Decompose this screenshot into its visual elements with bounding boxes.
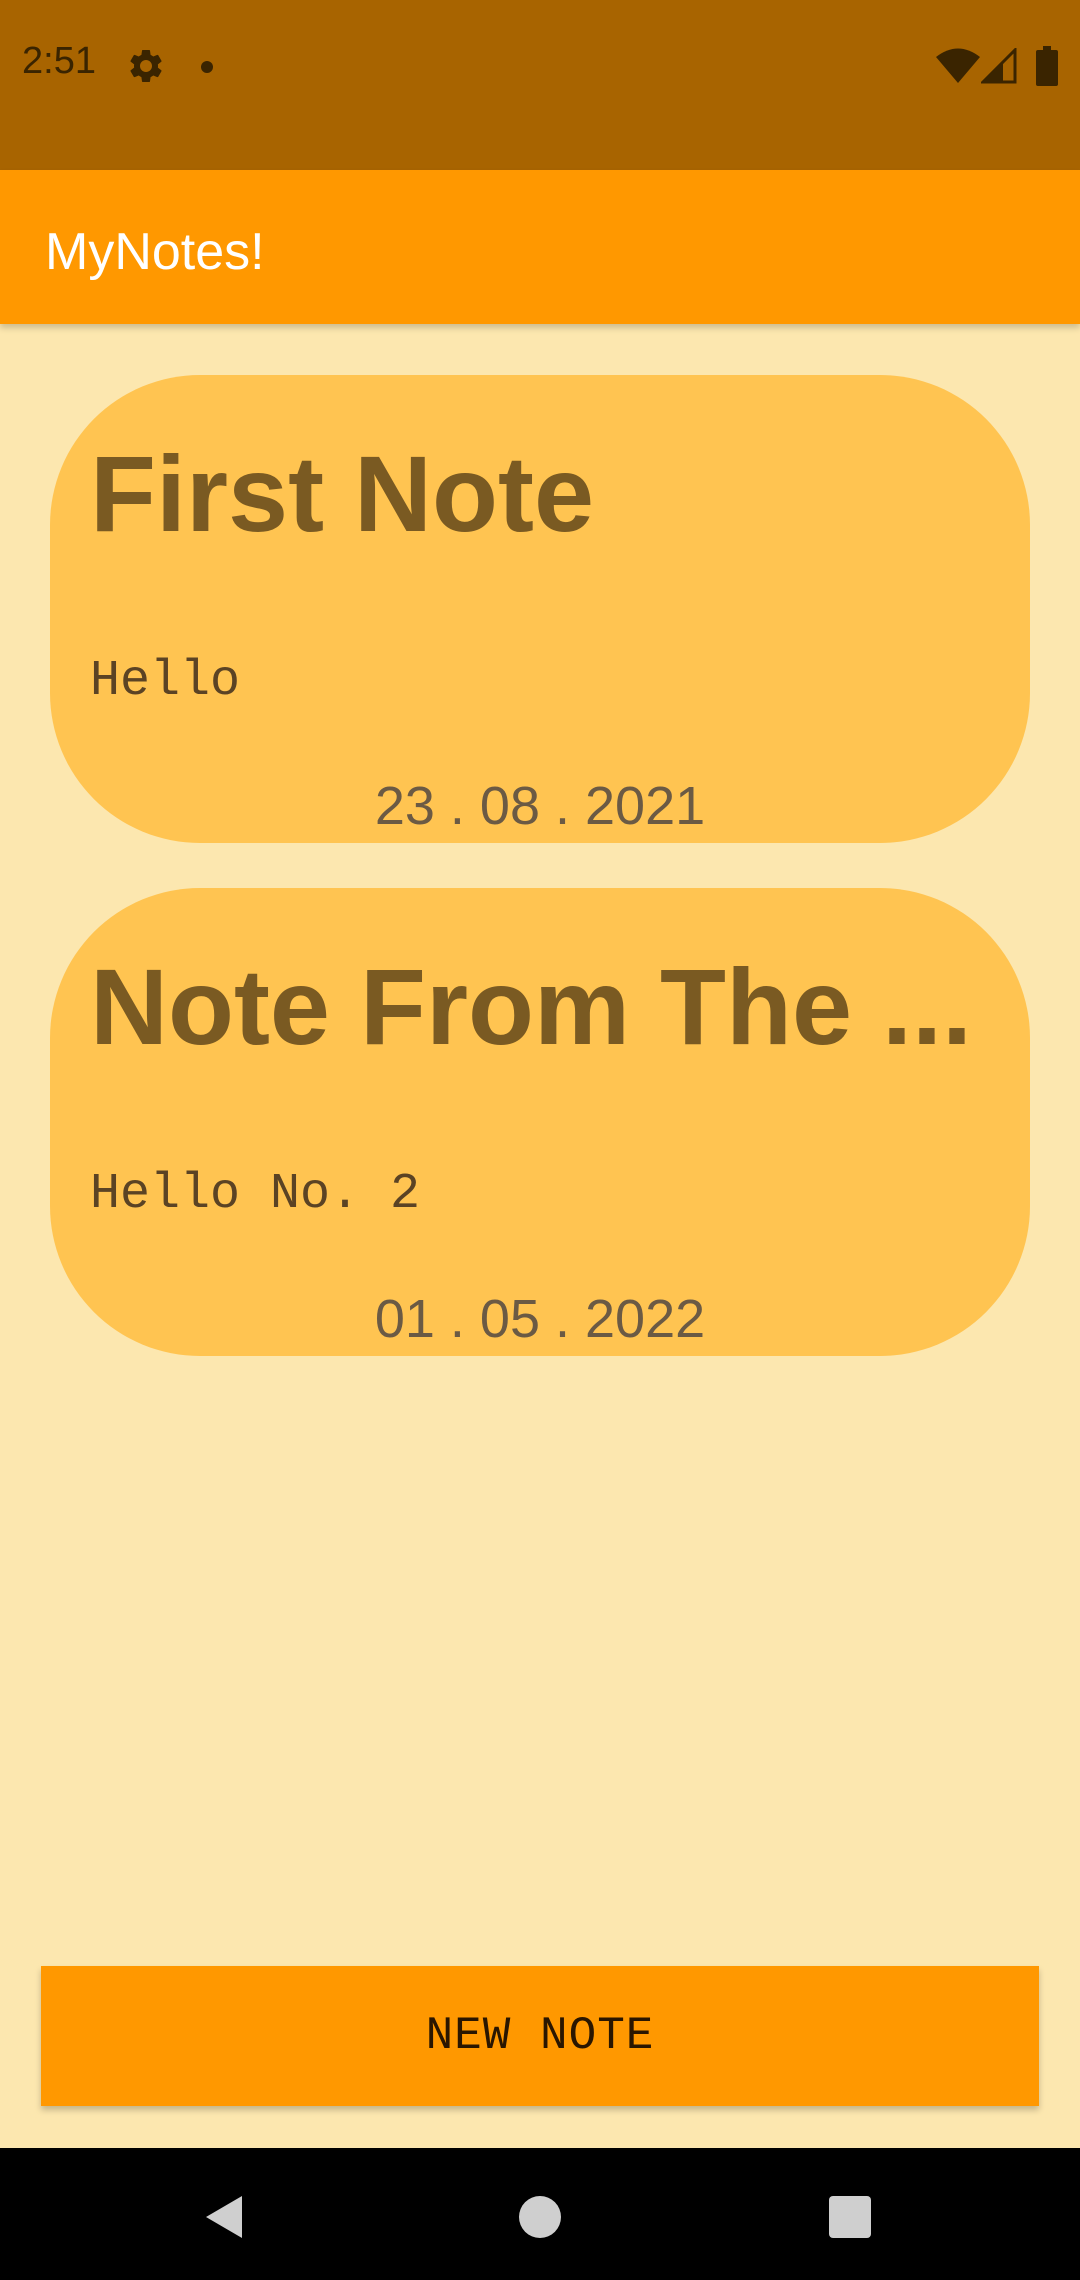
- status-bar: 2:51: [0, 0, 1080, 170]
- new-note-button[interactable]: NEW NOTE: [41, 1966, 1039, 2106]
- app-title: MyNotes!: [45, 223, 265, 281]
- note-card-note-from-the[interactable]: Note From The ... Hello No. 2 01 . 05 . …: [50, 888, 1030, 1356]
- navigation-bar: [0, 2148, 1080, 2280]
- note-body: Hello No. 2: [90, 1166, 421, 1223]
- note-card-first-note[interactable]: First Note Hello 23 . 08 . 2021: [50, 375, 1030, 843]
- note-date: 01 . 05 . 2022: [374, 1289, 706, 1349]
- back-icon[interactable]: [202, 2192, 246, 2242]
- gear-icon: [130, 49, 162, 82]
- notification-dot-icon: [201, 61, 213, 73]
- battery-icon: [1036, 46, 1058, 86]
- wifi-icon: [936, 48, 980, 83]
- home-icon[interactable]: [519, 2196, 561, 2238]
- note-body: Hello: [90, 653, 241, 710]
- note-date: 23 . 08 . 2021: [374, 776, 706, 836]
- app-bar: MyNotes!: [0, 170, 1080, 324]
- note-title: Note From The ...: [90, 948, 973, 1067]
- note-title: First Note: [90, 435, 595, 554]
- status-time: 2:51: [22, 40, 96, 82]
- cellular-signal-icon: [981, 48, 1017, 84]
- recents-icon[interactable]: [829, 2196, 871, 2238]
